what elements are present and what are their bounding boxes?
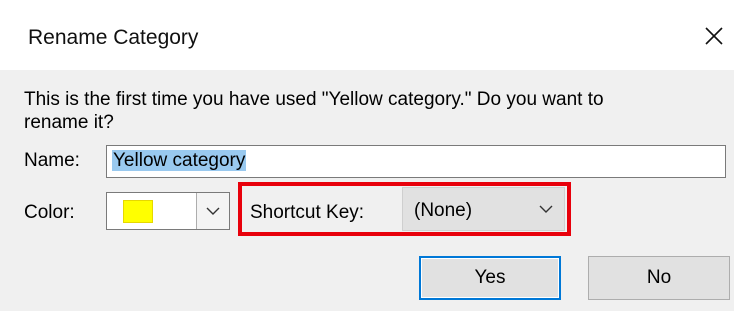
shortcut-key-dropdown[interactable]: (None) [402, 187, 565, 231]
shortcut-key-value: (None) [414, 200, 473, 221]
color-dropdown-arrow[interactable] [196, 193, 229, 229]
shortcut-key-label: Shortcut Key: [250, 202, 365, 223]
close-icon [705, 27, 723, 45]
no-button[interactable]: No [588, 256, 730, 300]
color-label: Color: [24, 202, 75, 223]
shortcut-dropdown-arrow [536, 199, 556, 219]
title-bar: Rename Category [0, 0, 734, 70]
name-input-value: Yellow category [112, 150, 247, 171]
window-title: Rename Category [28, 26, 199, 49]
chevron-down-icon [539, 205, 553, 213]
chevron-down-icon [206, 207, 220, 215]
color-dropdown[interactable] [106, 192, 230, 230]
name-input[interactable]: Yellow category [106, 145, 726, 178]
yes-button[interactable]: Yes [419, 256, 561, 300]
color-swatch [123, 200, 153, 223]
dialog-content: This is the first time you have used "Ye… [0, 70, 734, 311]
dialog-message: This is the first time you have used "Ye… [24, 89, 604, 133]
close-button[interactable] [696, 18, 732, 54]
rename-category-dialog: Rename Category This is the first time y… [0, 0, 734, 311]
name-label: Name: [24, 150, 80, 171]
